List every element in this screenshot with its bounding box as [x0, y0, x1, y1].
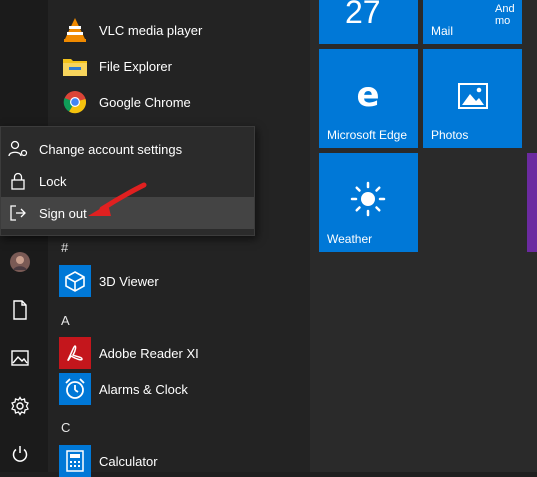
sign-out-label: Sign out	[39, 205, 87, 221]
adobe-icon	[59, 337, 91, 369]
change-account-settings-item[interactable]: Change account settings	[1, 133, 254, 165]
settings-gear-icon[interactable]	[8, 394, 32, 418]
svg-text:e: e	[356, 79, 379, 111]
app-3d-viewer[interactable]: 3D Viewer	[59, 265, 299, 297]
cube-icon	[59, 265, 91, 297]
app-label: Alarms & Clock	[99, 381, 188, 397]
section-header-c[interactable]: C	[61, 420, 70, 435]
vlc-icon	[59, 14, 91, 46]
chrome-icon	[59, 86, 91, 118]
edge-label: Microsoft Edge	[327, 128, 408, 142]
app-label: Calculator	[99, 453, 158, 469]
red-arrow-annotation	[86, 182, 148, 227]
app-label: File Explorer	[99, 58, 172, 74]
calendar-tile[interactable]: 27	[319, 0, 418, 44]
photos-tile[interactable]: Photos	[423, 49, 522, 148]
sun-icon	[350, 181, 386, 222]
section-header-hash[interactable]: #	[61, 240, 68, 255]
lock-label: Lock	[39, 173, 67, 189]
document-icon[interactable]	[8, 298, 32, 322]
photos-icon	[458, 83, 488, 114]
app-label: Adobe Reader XI	[99, 345, 199, 361]
app-adobe-reader[interactable]: Adobe Reader XI	[59, 337, 299, 369]
edge-tile[interactable]: e Microsoft Edge	[319, 49, 418, 148]
app-calculator[interactable]: Calculator	[59, 445, 299, 477]
mail-preview: And mo	[495, 3, 515, 27]
sign-out-icon	[1, 204, 35, 222]
edge-icon: e	[352, 75, 384, 116]
mail-tile[interactable]: And mo Mail	[423, 0, 522, 44]
mail-label: Mail	[431, 24, 454, 38]
folder-icon	[59, 50, 91, 82]
account-settings-icon	[1, 140, 35, 158]
change-account-settings-label: Change account settings	[39, 141, 183, 157]
app-file-explorer[interactable]: File Explorer	[59, 50, 299, 82]
calculator-icon	[59, 445, 91, 477]
lock-icon	[1, 172, 35, 190]
app-label: Google Chrome	[99, 94, 191, 110]
weather-tile[interactable]: Weather	[319, 153, 418, 252]
app-google-chrome[interactable]: Google Chrome	[59, 86, 299, 118]
clock-icon	[59, 373, 91, 405]
app-label: VLC media player	[99, 22, 203, 38]
app-label: 3D Viewer	[99, 273, 159, 289]
section-header-a[interactable]: A	[61, 313, 70, 328]
pictures-icon[interactable]	[8, 346, 32, 370]
app-vlc[interactable]: VLC media player	[59, 14, 299, 46]
user-avatar-icon[interactable]	[8, 250, 32, 274]
power-icon[interactable]	[8, 442, 32, 466]
weather-label: Weather	[327, 232, 373, 246]
partial-tile[interactable]	[527, 153, 537, 252]
app-alarms-clock[interactable]: Alarms & Clock	[59, 373, 299, 405]
calendar-date: 27	[345, 0, 381, 30]
photos-label: Photos	[431, 128, 469, 142]
